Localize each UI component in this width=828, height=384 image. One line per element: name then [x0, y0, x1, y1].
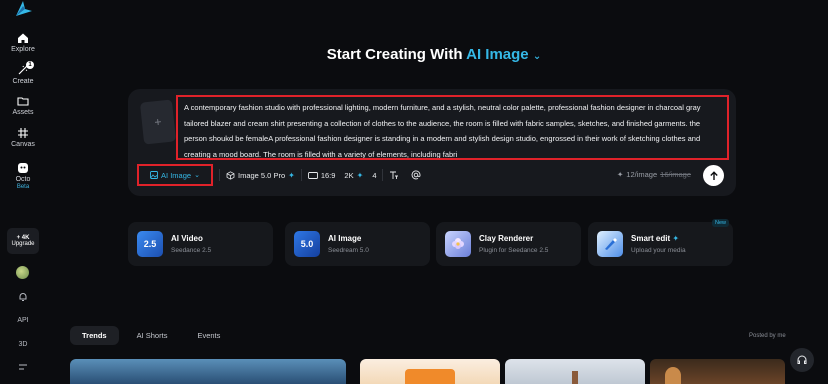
feature-title: Clay Renderer: [479, 234, 534, 243]
model-selector[interactable]: Image 5.0 Pro ✦: [226, 171, 295, 180]
feature-card-ai-image[interactable]: 5.0 AI Image Seedream 5.0: [285, 222, 430, 266]
support-button[interactable]: [790, 348, 814, 372]
sparkle-icon: ✦: [288, 170, 295, 180]
feature-title: AI Video: [171, 234, 203, 243]
page-title: Start Creating With AI Image ⌄: [0, 46, 828, 63]
sidebar-item-label: Assets: [12, 109, 34, 116]
arrow-up-icon: [709, 170, 718, 180]
sidebar-item-label: Create: [12, 78, 34, 85]
gallery-artwork: [572, 371, 578, 384]
image-count-label: 4: [372, 170, 377, 180]
image-icon: [150, 171, 158, 179]
feature-card-clay-renderer[interactable]: Clay Renderer Plugin for Seedance 2.5: [436, 222, 581, 266]
threed-link[interactable]: 3D: [0, 341, 46, 348]
new-badge: New: [711, 219, 729, 227]
gallery-tabs: Trends AI Shorts Events: [70, 326, 232, 345]
chevron-down-icon[interactable]: ⌄: [533, 51, 541, 62]
sparkle-icon: ✦: [356, 170, 364, 180]
mention-button[interactable]: [411, 170, 421, 180]
sidebar-item-canvas[interactable]: Canvas: [0, 127, 46, 148]
gallery-item[interactable]: [360, 359, 500, 384]
octo-icon: [18, 163, 28, 173]
brush-icon: [597, 231, 623, 257]
model-label: Image 5.0 Pro: [238, 170, 286, 180]
prompt-textarea[interactable]: A contemporary fashion studio with profe…: [176, 95, 729, 160]
headset-icon: [797, 355, 807, 364]
sidebar-item-assets[interactable]: Assets: [0, 95, 46, 116]
sidebar-item-octo[interactable]: Octo Beta: [0, 162, 46, 190]
credits-original: 16/image: [660, 170, 692, 179]
clay-flower-icon: [445, 231, 471, 257]
seedance-icon: 2.5: [137, 231, 163, 257]
tab-trends[interactable]: Trends: [70, 326, 119, 345]
mode-label: AI Image: [161, 170, 192, 180]
title-mode-selector[interactable]: AI Image: [466, 46, 529, 63]
cube-icon: [226, 170, 235, 180]
add-reference-image-button[interactable]: +: [139, 99, 177, 145]
feature-card-smart-edit[interactable]: Smart edit ✦ Upload your media New: [588, 219, 733, 266]
title-prefix: Start Creating With: [326, 46, 467, 63]
resolution-selector[interactable]: 2K ✦: [344, 171, 363, 180]
aspect-ratio-label: 16:9: [320, 170, 336, 180]
divider: [382, 169, 384, 181]
upgrade-label: Upgrade: [11, 241, 35, 247]
collapse-menu-icon[interactable]: [16, 360, 30, 374]
notification-bell-icon[interactable]: [16, 290, 30, 304]
gallery-item[interactable]: [505, 359, 645, 384]
seedream-icon: 5.0: [294, 231, 320, 257]
beta-tag: Beta: [16, 184, 30, 190]
image-count-selector[interactable]: 4: [372, 171, 376, 180]
divider: [300, 169, 302, 181]
mode-dropdown[interactable]: AI Image ⌄: [137, 164, 213, 186]
tab-events[interactable]: Events: [185, 326, 232, 345]
gallery-item[interactable]: [650, 359, 785, 384]
sidebar-item-label: Octo: [15, 176, 31, 183]
sparkle-icon: ✦: [672, 234, 680, 243]
at-mention-icon: [412, 170, 421, 180]
generate-button[interactable]: [703, 165, 724, 186]
feature-subtitle: Seedance 2.5: [171, 247, 212, 254]
app-logo-icon[interactable]: [13, 0, 33, 18]
avatar[interactable]: [16, 266, 29, 279]
feature-title: Smart edit ✦: [631, 234, 679, 243]
chevron-down-icon: ⌄: [194, 172, 200, 179]
gallery-item[interactable]: [70, 359, 346, 384]
sparkle-icon: ✦: [617, 170, 624, 179]
gallery-artwork: [665, 367, 681, 384]
api-link[interactable]: API: [0, 317, 46, 324]
aspect-ratio-selector[interactable]: 16:9: [307, 170, 336, 180]
divider: [219, 169, 220, 181]
feature-subtitle: Seedream 5.0: [328, 247, 369, 254]
aspect-ratio-icon: [307, 171, 318, 179]
feature-title: AI Image: [328, 234, 362, 243]
home-icon: [18, 33, 28, 43]
sidebar-item-create[interactable]: 1 Create: [0, 61, 46, 85]
resolution-label: 2K: [344, 170, 354, 180]
gallery-artwork: [405, 369, 455, 384]
credit-cost: ✦ 12/image 16/image: [617, 170, 691, 179]
text-style-button[interactable]: [389, 171, 399, 180]
tab-ai-shorts[interactable]: AI Shorts: [125, 326, 180, 345]
canvas-hash-icon: [18, 128, 28, 138]
feature-subtitle: Upload your media: [631, 247, 686, 254]
feature-card-ai-video[interactable]: 2.5 AI Video Seedance 2.5: [128, 222, 273, 266]
text-format-icon: [390, 171, 399, 179]
upgrade-button[interactable]: + 4K Upgrade: [7, 228, 39, 254]
credits-current: 12/image: [626, 170, 658, 179]
plus-icon: +: [153, 114, 163, 130]
posted-by-filter[interactable]: Posted by me: [749, 333, 786, 339]
feature-title-text: Smart edit: [631, 234, 671, 243]
folder-icon: [17, 97, 29, 106]
feature-subtitle: Plugin for Seedance 2.5: [479, 247, 549, 254]
sidebar-item-label: Canvas: [11, 141, 35, 148]
